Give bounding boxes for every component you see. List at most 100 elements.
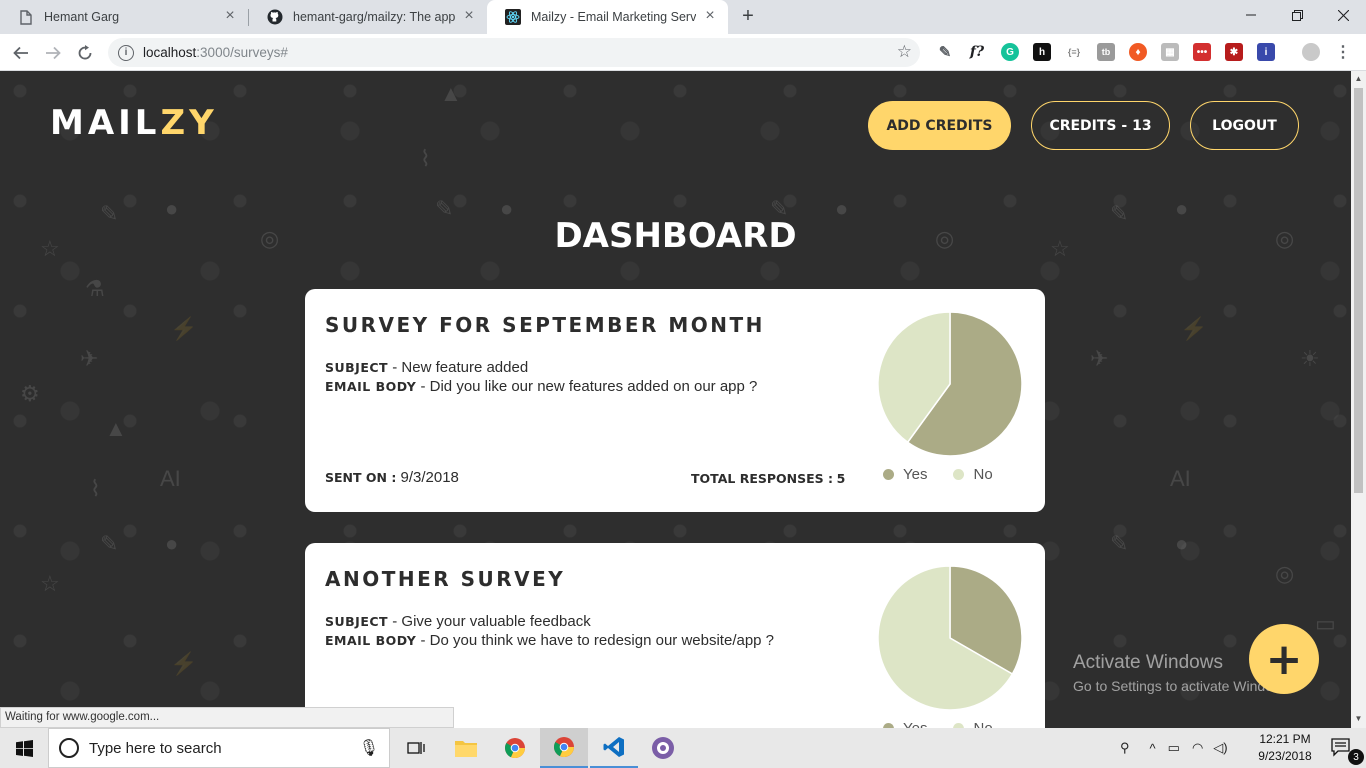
battery-icon[interactable]: ▭ [1168, 740, 1180, 756]
chrome-taskbar-button[interactable] [491, 728, 539, 768]
gitkraken-taskbar-button[interactable] [639, 728, 687, 768]
image-extension-icon[interactable]: ▦ [1161, 43, 1179, 61]
eyedropper-extension-icon[interactable]: ✎ [936, 43, 954, 61]
profile-avatar[interactable] [1302, 43, 1320, 61]
scroll-down-icon[interactable]: ▼ [1354, 714, 1363, 723]
minimize-button[interactable] [1228, 0, 1274, 30]
browser-tab-strip: Hemant Garg × hemant-garg/mailzy: The ap… [0, 0, 1366, 34]
wifi-icon[interactable]: ◠ [1192, 740, 1203, 756]
lightning-doodle-icon: ⚡ [170, 316, 198, 341]
arrow-right-icon [46, 46, 61, 60]
chrome-icon [553, 737, 575, 758]
tab-mailzy[interactable]: Mailzy - Email Marketing Service × [487, 0, 728, 34]
page-content: ✎ ● ☆ ◎ ⚗ ⚡ ✈ ⚙ ▲ AI ⌇ ✎ ● ☆ ⚡ ▲ ⌇ ● ✎ ●… [0, 71, 1351, 728]
windows-taskbar: Type here to search 🎙 ⚲ ^ ▭ ◠ ◁) 12:21 P… [0, 728, 1366, 768]
tab-title: Mailzy - Email Marketing Service [531, 10, 696, 24]
close-tab-icon[interactable]: × [702, 8, 718, 25]
legend-item-no[interactable]: No [953, 466, 993, 483]
survey-subject: SUBJECT - Give your valuable feedback [325, 613, 591, 630]
bookmark-star-icon[interactable]: ☆ [897, 42, 912, 62]
responses-pie-chart[interactable] [877, 311, 1023, 457]
hackernews-extension-icon[interactable]: h [1033, 43, 1051, 61]
logo-main-text: MAIL [50, 103, 161, 143]
start-button[interactable] [0, 728, 48, 768]
survey-subject: SUBJECT - New feature added [325, 359, 529, 376]
page-scrollbar[interactable]: ▲ ▼ [1351, 71, 1366, 728]
close-tab-icon[interactable]: × [461, 8, 477, 25]
search-placeholder: Type here to search [89, 739, 222, 757]
legend-item-no[interactable]: No [953, 720, 993, 728]
chrome-active-taskbar-button[interactable] [540, 728, 588, 768]
survey-title: ANOTHER SURVEY [325, 567, 566, 591]
task-view-button[interactable] [392, 728, 440, 768]
add-credits-button[interactable]: ADD CREDITS [868, 101, 1011, 150]
tab-github[interactable]: hemant-garg/mailzy: The app tha × [249, 0, 487, 34]
subject-value: New feature added [401, 359, 529, 376]
info-icon[interactable]: i [118, 44, 134, 61]
page-title: DASHBOARD [554, 216, 797, 256]
mailzy-logo[interactable]: MAILZY [50, 103, 218, 143]
people-icon[interactable]: ⚲ [1120, 740, 1130, 756]
tab-title: hemant-garg/mailzy: The app tha [293, 10, 455, 24]
fire-extension-icon[interactable]: ♦ [1129, 43, 1147, 61]
close-tab-icon[interactable]: × [222, 8, 238, 25]
task-view-icon [407, 742, 425, 754]
document-icon [18, 9, 34, 25]
survey-card[interactable]: ANOTHER SURVEY SUBJECT - Give your valua… [305, 543, 1045, 728]
red-extension-icon[interactable]: ••• [1193, 43, 1211, 61]
file-explorer-button[interactable] [442, 728, 490, 768]
volume-icon[interactable]: ◁) [1213, 740, 1227, 756]
credits-button[interactable]: CREDITS - 13 [1031, 101, 1170, 150]
rocket-doodle-icon: ▲ [105, 416, 127, 441]
translate-extension-icon[interactable]: i [1257, 43, 1275, 61]
scrollbar-thumb[interactable] [1354, 88, 1363, 493]
ai-doodle-icon: AI [1170, 466, 1191, 491]
action-center-button[interactable]: 3 [1318, 728, 1366, 768]
subject-label: SUBJECT [325, 360, 389, 375]
add-survey-button[interactable]: + [1249, 624, 1319, 694]
legend-label: Yes [903, 466, 928, 483]
json-extension-icon[interactable]: {≡} [1065, 43, 1083, 61]
sent-on-label: SENT ON : [325, 470, 397, 485]
globe-doodle-icon: ◎ [1275, 561, 1295, 586]
scroll-up-icon[interactable]: ▲ [1354, 74, 1363, 83]
survey-email-body: EMAIL BODY - Do you think we have to red… [325, 632, 775, 649]
back-button[interactable] [9, 41, 33, 65]
star-doodle-icon: ☆ [40, 571, 60, 596]
legend-item-yes[interactable]: Yes [883, 720, 927, 728]
logo-accent-text: ZY [160, 103, 218, 143]
survey-card[interactable]: SURVEY FOR SEPTEMBER MONTH SUBJECT - New… [305, 289, 1045, 512]
vscode-taskbar-button[interactable] [590, 728, 638, 768]
logout-button[interactable]: LOGOUT [1190, 101, 1299, 150]
notification-count-badge: 3 [1348, 749, 1364, 765]
vscode-icon [603, 737, 624, 757]
wolf-extension-icon[interactable]: ✱ [1225, 43, 1243, 61]
menu-kebab-icon[interactable]: ⋮ [1334, 43, 1352, 61]
close-window-button[interactable] [1320, 0, 1366, 30]
maximize-button[interactable] [1274, 0, 1320, 30]
gitkraken-icon [652, 737, 674, 759]
arrow-left-icon [13, 46, 28, 60]
reload-button[interactable] [73, 41, 97, 65]
grammarly-extension-icon[interactable]: G [1001, 43, 1019, 61]
folder-icon [455, 741, 477, 757]
address-bar[interactable]: i localhost :3000/surveys# ☆ [108, 38, 920, 67]
tb-extension-icon[interactable]: tb [1097, 43, 1115, 61]
taskbar-clock[interactable]: 12:21 PM 9/23/2018 [1248, 731, 1322, 765]
bulb-doodle-icon: ☀ [1300, 346, 1320, 371]
chrome-icon [504, 738, 526, 759]
font-extension-icon[interactable]: f? [968, 43, 986, 61]
ai-doodle-icon: AI [160, 466, 181, 491]
chevron-up-icon[interactable]: ^ [1150, 741, 1156, 756]
rocket-doodle-icon: ▲ [440, 81, 462, 106]
chart-doodle-icon: ⌇ [420, 146, 431, 171]
responses-pie-chart[interactable] [877, 565, 1023, 711]
new-tab-button[interactable]: + [737, 6, 759, 28]
total-responses-label: TOTAL RESPONSES : [691, 471, 834, 486]
microphone-icon[interactable]: 🎙 [359, 738, 379, 758]
legend-item-yes[interactable]: Yes [883, 466, 927, 483]
forward-button[interactable] [41, 41, 65, 65]
plus-icon: + [1265, 633, 1303, 685]
taskbar-search-input[interactable]: Type here to search 🎙 [48, 728, 390, 768]
tab-hemant-garg[interactable]: Hemant Garg × [0, 0, 248, 34]
